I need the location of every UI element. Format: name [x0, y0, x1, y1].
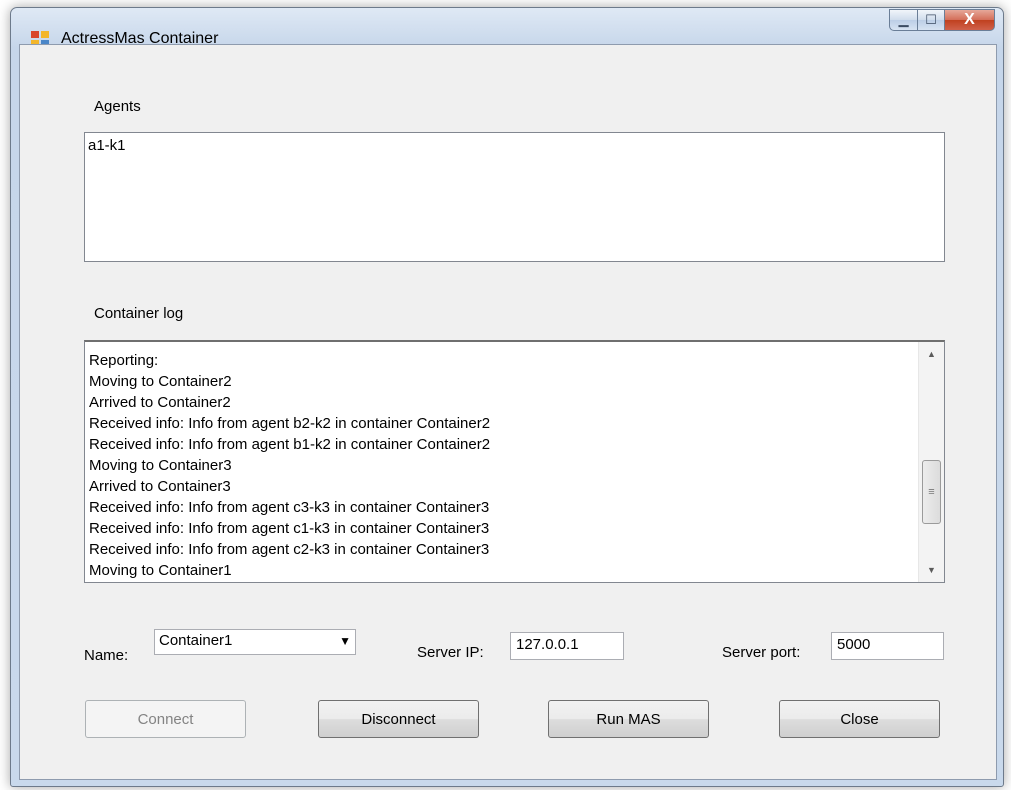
- minimize-icon: ▁: [898, 12, 909, 27]
- log-line: Moving to Container1: [89, 562, 232, 579]
- log-line: Arrived to Container2: [89, 394, 231, 411]
- log-line: Moving to Container3: [89, 457, 232, 474]
- server-port-input[interactable]: 5000: [831, 632, 944, 660]
- log-line: Moving to Container2: [89, 373, 232, 390]
- agents-label: Agents: [94, 98, 141, 115]
- close-window-button[interactable]: X: [945, 9, 995, 31]
- close-button[interactable]: Close: [779, 700, 940, 738]
- disconnect-button[interactable]: Disconnect: [318, 700, 479, 738]
- scroll-grip-icon: ≡: [928, 486, 935, 498]
- agent-item[interactable]: a1-k1: [88, 135, 941, 156]
- server-ip-label: Server IP:: [417, 644, 484, 661]
- log-line: Received info: Info from agent c1-k3 in …: [89, 520, 490, 537]
- minimize-button[interactable]: ▁: [889, 9, 918, 31]
- log-line: Received info: Info from agent b2-k2 in …: [89, 415, 491, 432]
- log-line: Arrived to Container3: [89, 478, 231, 495]
- agents-listbox[interactable]: a1-k1: [84, 132, 945, 262]
- chevron-down-icon: ▼: [339, 634, 351, 648]
- name-label: Name:: [84, 647, 129, 664]
- client-area: Agents a1-k1 Container log Reporting: Mo…: [19, 44, 997, 780]
- window-controls: ▁ ☐ X: [889, 9, 995, 33]
- log-line: Received info: Info from agent b1-k2 in …: [89, 436, 491, 453]
- server-port-label: Server port:: [722, 644, 801, 661]
- name-dropdown[interactable]: Container1 ▼: [154, 629, 356, 655]
- log-line: Received info: Info from agent c2-k3 in …: [89, 541, 490, 558]
- scroll-up-icon[interactable]: ▲: [919, 344, 944, 364]
- container-log-box[interactable]: Reporting: Moving to Container2 Arrived …: [84, 340, 945, 583]
- server-ip-input[interactable]: 127.0.0.1: [510, 632, 624, 660]
- log-lines: Reporting: Moving to Container2 Arrived …: [89, 350, 490, 581]
- name-dropdown-value: Container1: [159, 632, 233, 649]
- log-line: Reporting:: [89, 352, 159, 369]
- close-icon: X: [964, 11, 975, 28]
- scroll-down-icon[interactable]: ▼: [919, 560, 944, 580]
- container-log-label: Container log: [94, 305, 184, 322]
- log-scrollbar[interactable]: ▲ ≡ ▼: [918, 342, 944, 582]
- maximize-button[interactable]: ☐: [918, 9, 945, 31]
- scroll-thumb[interactable]: ≡: [922, 460, 941, 524]
- run-mas-button[interactable]: Run MAS: [548, 700, 709, 738]
- main-window: ActressMas Container ▁ ☐ X Agents a1-k1 …: [10, 7, 1004, 787]
- maximize-icon: ☐: [925, 12, 937, 27]
- log-line: Received info: Info from agent c3-k3 in …: [89, 499, 490, 516]
- connect-button[interactable]: Connect: [85, 700, 246, 738]
